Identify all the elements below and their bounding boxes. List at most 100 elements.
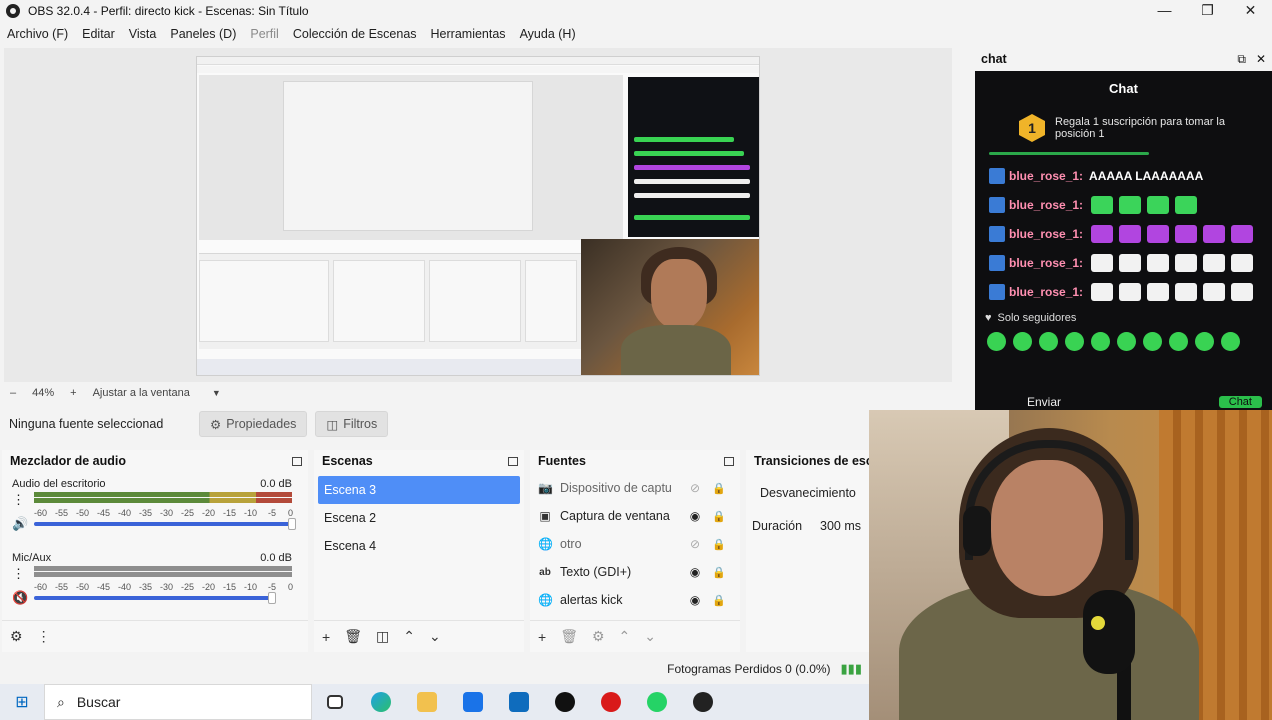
- camera-icon: 📷: [538, 481, 553, 495]
- trash-icon[interactable]: 🗑: [560, 628, 578, 645]
- transition-select[interactable]: Desvanecimiento: [754, 480, 870, 506]
- lock-icon[interactable]: 🔒: [710, 538, 728, 551]
- minimize-icon[interactable]: —: [1143, 0, 1186, 22]
- speaker-muted-icon[interactable]: 🔇: [12, 590, 28, 606]
- task-view-icon[interactable]: [312, 684, 358, 720]
- lock-icon[interactable]: 🔒: [710, 594, 728, 607]
- scene-item[interactable]: Escena 4: [318, 532, 520, 560]
- scene-item[interactable]: Escena 2: [318, 504, 520, 532]
- dock-title: Mezclador de audio: [10, 454, 126, 468]
- lock-icon[interactable]: 🔒: [710, 566, 728, 579]
- outlook-icon[interactable]: [496, 684, 542, 720]
- speaker-icon[interactable]: 🔊: [12, 516, 28, 532]
- undock-icon[interactable]: ⧉: [1237, 52, 1246, 67]
- move-up-icon[interactable]: ⌃: [403, 628, 415, 645]
- more-options-icon[interactable]: ⋮: [37, 628, 51, 645]
- window-title: OBS 32.0.4 - Perfil: directo kick - Esce…: [28, 4, 309, 18]
- zoom-out-button[interactable]: –: [10, 387, 16, 399]
- mixer-channel-desktop: Audio del escritorio 0.0 dB ⋮ -60 -55 -5…: [10, 478, 300, 534]
- add-icon[interactable]: +: [322, 629, 330, 645]
- add-icon[interactable]: +: [538, 629, 546, 645]
- lock-icon[interactable]: 🔒: [710, 510, 728, 523]
- menu-ayuda[interactable]: Ayuda (H): [513, 27, 583, 41]
- chat-message: blue_rose_1:: [975, 277, 1272, 306]
- menu-editar[interactable]: Editar: [75, 27, 122, 41]
- source-name: Dispositivo de captu: [560, 481, 672, 495]
- menu-coleccion-escenas[interactable]: Colección de Escenas: [286, 27, 424, 41]
- emote-icon: [1221, 332, 1240, 351]
- store-icon[interactable]: [450, 684, 496, 720]
- move-down-icon[interactable]: ⌄: [644, 628, 656, 645]
- channel-db: 0.0 dB: [260, 478, 292, 490]
- chat-input-row: Enviar Chat: [975, 394, 1272, 410]
- badge-icon: [989, 167, 1005, 184]
- emote-icon: [1091, 282, 1114, 301]
- close-icon[interactable]: ✕: [1256, 52, 1266, 67]
- eye-hidden-icon[interactable]: ⊘: [686, 481, 704, 495]
- chat-username[interactable]: blue_rose_1:: [1009, 285, 1083, 299]
- menu-paneles[interactable]: Paneles (D): [163, 27, 243, 41]
- channel-menu-icon[interactable]: ⋮: [12, 566, 25, 582]
- close-icon[interactable]: ✕: [1229, 0, 1272, 22]
- chat-username[interactable]: blue_rose_1:: [1009, 169, 1083, 183]
- properties-button[interactable]: ⚙ Propiedades: [199, 411, 308, 437]
- scene-item[interactable]: Escena 3: [318, 476, 520, 504]
- chat-username[interactable]: blue_rose_1:: [1009, 198, 1083, 212]
- program-canvas[interactable]: [196, 56, 760, 376]
- emote-icon: [1143, 332, 1162, 351]
- eye-icon[interactable]: ◉: [686, 509, 704, 523]
- menu-vista[interactable]: Vista: [122, 27, 164, 41]
- scale-dropdown-icon[interactable]: ▼: [212, 388, 221, 398]
- trash-icon[interactable]: 🗑: [344, 628, 362, 645]
- menu-archivo[interactable]: Archivo (F): [0, 27, 75, 41]
- taskbar-search[interactable]: ⌕ Buscar: [44, 684, 312, 720]
- eye-icon[interactable]: ◉: [686, 565, 704, 579]
- menu-perfil[interactable]: Perfil: [243, 27, 285, 41]
- move-up-icon[interactable]: ⌃: [619, 628, 631, 645]
- whatsapp-icon[interactable]: [634, 684, 680, 720]
- zoom-in-button[interactable]: +: [70, 387, 76, 399]
- emote-icon: [1195, 332, 1214, 351]
- volume-slider[interactable]: [34, 518, 296, 530]
- gear-icon[interactable]: ⚙: [10, 628, 23, 645]
- eye-icon[interactable]: ◉: [686, 593, 704, 607]
- channel-menu-icon[interactable]: ⋮: [12, 492, 25, 508]
- emote-icon: [1203, 282, 1226, 301]
- edge-icon[interactable]: [358, 684, 404, 720]
- source-item[interactable]: ▣ Captura de ventana ◉ 🔒: [530, 502, 740, 530]
- obs-taskbar-icon[interactable]: [680, 684, 726, 720]
- undock-icon[interactable]: [724, 456, 734, 466]
- move-down-icon[interactable]: ⌄: [429, 628, 441, 645]
- chat-username[interactable]: blue_rose_1:: [1009, 227, 1083, 241]
- eye-hidden-icon[interactable]: ⊘: [686, 537, 704, 551]
- taskbar: ⊞ ⌕ Buscar: [0, 684, 870, 720]
- menu-herramientas[interactable]: Herramientas: [424, 27, 513, 41]
- source-item[interactable]: ab Texto (GDI+) ◉ 🔒: [530, 558, 740, 586]
- windows-start-icon[interactable]: ⊞: [0, 692, 44, 712]
- volume-slider[interactable]: [34, 592, 276, 604]
- gift-banner[interactable]: 1 Regala 1 suscripción para tomar la pos…: [1019, 114, 1272, 142]
- tiktok-icon[interactable]: [542, 684, 588, 720]
- chat-username[interactable]: blue_rose_1:: [1009, 256, 1083, 270]
- heart-icon: ♥: [985, 312, 992, 324]
- emote-icon: [1119, 195, 1142, 214]
- source-item[interactable]: 🌐 alertas kick ◉ 🔒: [530, 586, 740, 614]
- record-app-icon[interactable]: [588, 684, 634, 720]
- lock-icon[interactable]: 🔒: [710, 482, 728, 495]
- duration-input[interactable]: 300 ms: [814, 516, 867, 536]
- undock-icon[interactable]: [292, 456, 302, 466]
- chat-dock: chat ⧉ ✕ Chat 1 Regala 1 suscripción par…: [975, 47, 1272, 410]
- source-item[interactable]: 📷 Dispositivo de captu ⊘ 🔒: [530, 474, 740, 502]
- source-item[interactable]: 🌐 otro ⊘ 🔒: [530, 530, 740, 558]
- gear-icon[interactable]: ⚙: [592, 628, 605, 645]
- chat-button[interactable]: Chat: [1218, 396, 1262, 408]
- file-explorer-icon[interactable]: [404, 684, 450, 720]
- emote-picker[interactable]: [975, 332, 1272, 351]
- undock-icon[interactable]: [508, 456, 518, 466]
- send-button[interactable]: Enviar: [1027, 395, 1061, 409]
- filters-button[interactable]: ◫ Filtros: [315, 411, 389, 437]
- zoom-bar: – 44% + Ajustar a la ventana ▼: [0, 382, 975, 404]
- maximize-icon[interactable]: ❐: [1186, 0, 1229, 22]
- filter-icon[interactable]: ◫: [376, 628, 389, 645]
- fit-window-button[interactable]: Ajustar a la ventana: [93, 387, 190, 399]
